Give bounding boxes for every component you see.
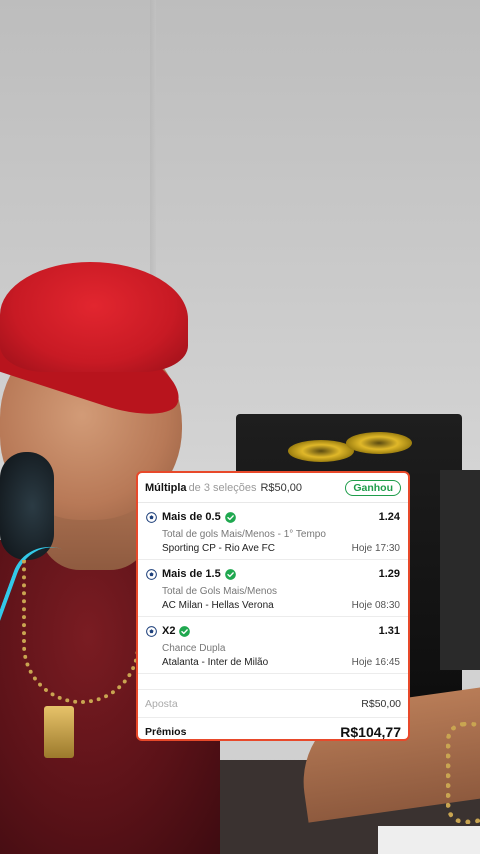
prize-value: R$104,77 bbox=[340, 723, 401, 740]
selection-match: AC Milan - Hellas Verona bbox=[162, 600, 274, 611]
bet-slip-card: Múltipla de 3 seleções R$50,00 Ganhou Ma… bbox=[136, 471, 410, 741]
red-cap bbox=[0, 262, 188, 372]
pc-fan bbox=[346, 432, 412, 454]
selection-time: Hoje 08:30 bbox=[351, 600, 400, 611]
headset bbox=[0, 452, 54, 560]
gold-chain bbox=[22, 560, 140, 704]
selection-item[interactable]: Mais de 0.5 1.24 Total de gols Mais/Meno… bbox=[138, 503, 408, 560]
prize-row: Prêmios R$104,77 bbox=[138, 718, 408, 740]
selection-odds: 1.29 bbox=[378, 568, 400, 580]
selection-match: Sporting CP - Rio Ave FC bbox=[162, 543, 276, 554]
status-badge: Ganhou bbox=[345, 479, 401, 496]
soccer-ball-icon bbox=[146, 568, 157, 580]
stake-value: R$50,00 bbox=[361, 697, 401, 710]
selection-market: Mais de 1.5 bbox=[162, 568, 221, 580]
selection-market: X2 bbox=[162, 625, 176, 637]
bet-type-subtitle: de 3 seleções bbox=[188, 481, 257, 494]
prize-label: Prêmios bbox=[145, 725, 187, 738]
bet-type-title: Múltipla bbox=[145, 481, 187, 494]
check-circle-icon bbox=[179, 625, 191, 637]
selection-time: Hoje 16:45 bbox=[351, 657, 400, 668]
stake-row: Aposta R$50,00 bbox=[138, 690, 408, 718]
selection-odds: 1.24 bbox=[378, 511, 400, 523]
selection-match: Atalanta - Inter de Milão bbox=[162, 657, 269, 668]
divider bbox=[138, 674, 408, 690]
bet-slip-header: Múltipla de 3 seleções R$50,00 Ganhou bbox=[138, 473, 408, 503]
soccer-ball-icon bbox=[146, 625, 157, 637]
selection-time: Hoje 17:30 bbox=[351, 543, 400, 554]
stake-label: Aposta bbox=[145, 697, 178, 710]
selection-odds: 1.31 bbox=[378, 625, 400, 637]
selection-market-type: Chance Dupla bbox=[162, 643, 226, 654]
pc-fan bbox=[288, 440, 354, 462]
check-circle-icon bbox=[224, 511, 236, 523]
pc-cable-panel bbox=[440, 470, 480, 670]
selection-market-type: Total de gols Mais/Menos - 1° Tempo bbox=[162, 529, 326, 540]
header-stake: R$50,00 bbox=[260, 481, 303, 494]
paper bbox=[378, 826, 480, 854]
gold-pendant bbox=[44, 706, 74, 758]
selection-item[interactable]: X2 1.31 Chance Dupla Atalanta - Inter de… bbox=[138, 617, 408, 674]
selections-list: Mais de 0.5 1.24 Total de gols Mais/Meno… bbox=[138, 503, 408, 674]
selection-market: Mais de 0.5 bbox=[162, 511, 221, 523]
selection-market-type: Total de Gols Mais/Menos bbox=[162, 586, 278, 597]
selection-item[interactable]: Mais de 1.5 1.29 Total de Gols Mais/Meno… bbox=[138, 560, 408, 617]
wrist-watch bbox=[446, 722, 480, 824]
check-circle-icon bbox=[224, 568, 236, 580]
soccer-ball-icon bbox=[146, 511, 157, 523]
